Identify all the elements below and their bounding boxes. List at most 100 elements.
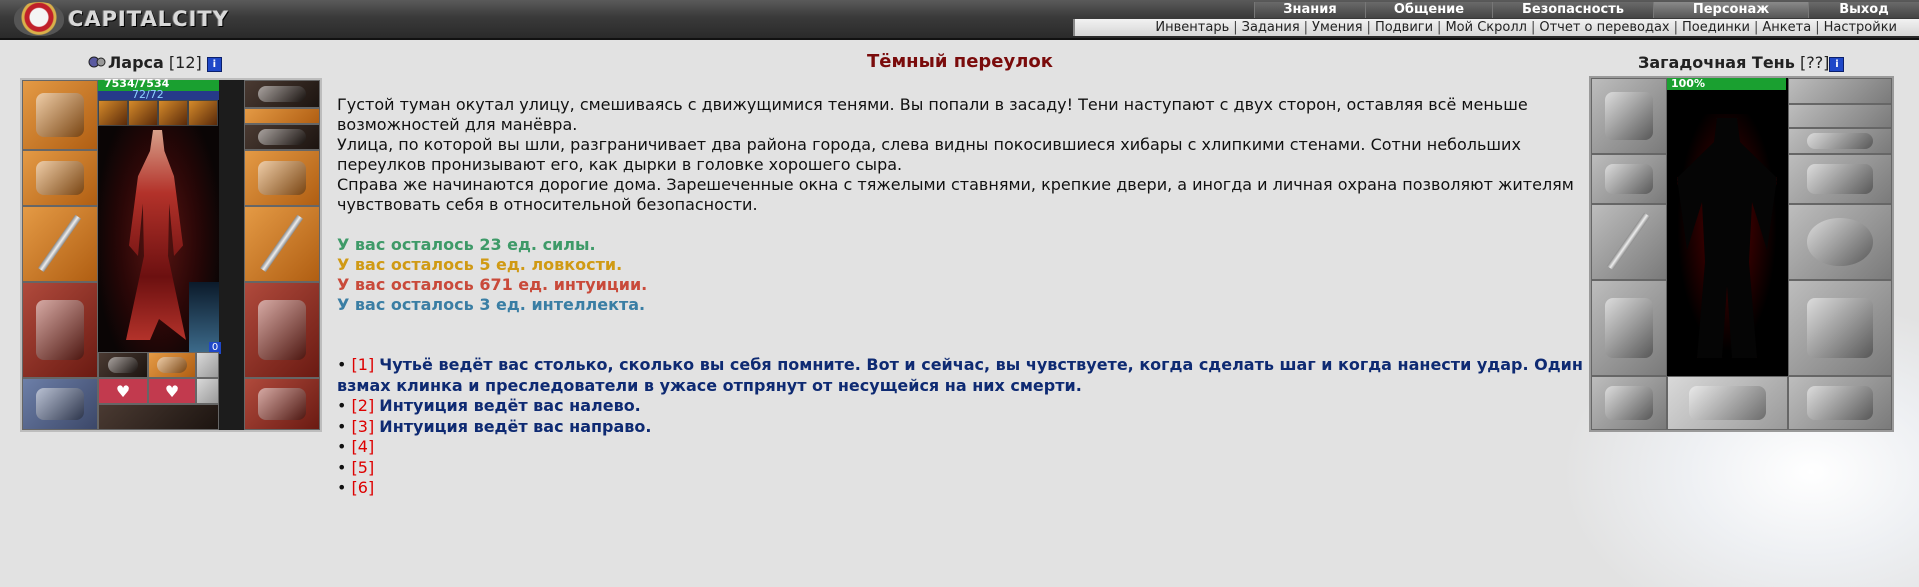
- enemy-armor-slot[interactable]: [1591, 280, 1667, 376]
- choice-text[interactable]: Интуиция ведёт вас налево.: [379, 396, 640, 415]
- subnav-separator: |: [1673, 20, 1679, 35]
- site-logo[interactable]: CAPITALCITY: [68, 6, 228, 32]
- buff-slot[interactable]: [128, 100, 158, 126]
- choice-number[interactable]: [6]: [352, 478, 375, 497]
- nav-security[interactable]: Безопасность: [1492, 2, 1653, 18]
- weapon-left-slot[interactable]: [22, 206, 98, 282]
- bullet: •: [337, 396, 347, 415]
- belt-icon: [36, 388, 84, 420]
- pocket-slot[interactable]: [98, 404, 219, 430]
- heart-icon: ♥: [164, 381, 180, 401]
- enemy-helmet-slot[interactable]: [1591, 78, 1667, 154]
- ring-slot-1[interactable]: [148, 352, 196, 378]
- rune-slot[interactable]: [98, 352, 148, 378]
- choice-text[interactable]: Чутьё ведёт вас столько, сколько вы себя…: [337, 355, 1583, 395]
- subnav-duels[interactable]: Поединки: [1682, 20, 1750, 35]
- choice-number[interactable]: [4]: [352, 437, 375, 456]
- nav-communication[interactable]: Общение: [1365, 2, 1492, 18]
- choice-item[interactable]: • [2] Интуиция ведёт вас налево.: [337, 396, 1597, 417]
- helmet-icon: [1605, 92, 1653, 140]
- enemy-avatar[interactable]: 100%: [1667, 77, 1788, 376]
- nav-knowledge[interactable]: Знания: [1254, 2, 1365, 18]
- bracers-icon: [36, 160, 84, 196]
- enemy-hp-text: 100%: [1671, 77, 1705, 90]
- empty-slot[interactable]: [196, 378, 219, 404]
- bullet: •: [337, 457, 347, 477]
- subnav-quests[interactable]: Задания: [1242, 20, 1300, 35]
- story-paragraph: Улица, по которой вы шли, разграничивает…: [337, 135, 1521, 174]
- enemy-shield-slot[interactable]: [1788, 204, 1892, 280]
- enemy-legs-slot[interactable]: [1788, 280, 1892, 376]
- legs-slot[interactable]: [244, 282, 320, 378]
- subnav-settings[interactable]: Настройки: [1824, 20, 1897, 35]
- heart-slot-1[interactable]: ♥: [98, 378, 148, 404]
- ring-icon: [157, 357, 187, 373]
- enemy-name[interactable]: Загадочная Тень: [1638, 53, 1795, 72]
- stat-agility: У вас осталось 5 ед. ловкости.: [337, 255, 623, 274]
- choice-number[interactable]: [1]: [352, 355, 375, 374]
- bullet: •: [337, 416, 347, 436]
- story-paragraph: Справа же начинаются дорогие дома. Зареш…: [337, 175, 1574, 214]
- enemy-equipment-panel: 100%: [1589, 76, 1894, 432]
- empty-slot[interactable]: [196, 352, 219, 378]
- bracers-slot[interactable]: [22, 150, 98, 206]
- clan-emblem-icon[interactable]: [88, 54, 106, 70]
- subnav-separator: |: [1754, 20, 1759, 35]
- subnav-separator: |: [1815, 20, 1820, 35]
- choice-item[interactable]: • [3] Интуиция ведёт вас направо.: [337, 417, 1597, 438]
- enemy-belt-slot[interactable]: [1591, 376, 1667, 430]
- enemy-boots-slot[interactable]: [1788, 376, 1892, 430]
- player-equipment-panel: 7534/7534 72/72 0 ♥ ♥: [20, 78, 322, 432]
- subnav-transfers-report[interactable]: Отчет о переводах: [1539, 20, 1669, 35]
- armor-icon: [1605, 297, 1653, 359]
- subnav-inventory[interactable]: Инвентарь: [1155, 20, 1229, 35]
- weapon-right-slot[interactable]: [244, 206, 320, 282]
- enemy-info-icon[interactable]: i: [1829, 57, 1845, 72]
- buff-slot[interactable]: [188, 100, 218, 126]
- choice-item[interactable]: • [4]: [337, 437, 1597, 458]
- subnav-separator: |: [1530, 20, 1536, 35]
- pocket-icon: [1689, 386, 1766, 420]
- subnav-separator: |: [1233, 20, 1238, 35]
- enemy-rings-slot[interactable]: [1788, 128, 1892, 154]
- enemy-bracers-slot[interactable]: [1591, 154, 1667, 204]
- stat-intuition: У вас осталось 671 ед. интуиции.: [337, 275, 648, 294]
- subnav-my-scroll[interactable]: Мой Скролл: [1445, 20, 1527, 35]
- choice-number[interactable]: [2]: [352, 396, 375, 415]
- enemy-weapon-slot[interactable]: [1591, 204, 1667, 280]
- amulet-slot[interactable]: [244, 80, 320, 108]
- nav-character[interactable]: Персонаж: [1653, 2, 1808, 18]
- enemy-amulet-slot[interactable]: [1788, 78, 1892, 104]
- sub-nav: Инвентарь | Задания | Умения | Подвиги | Мой Скр…: [1073, 19, 1919, 36]
- belt-slot[interactable]: [22, 378, 98, 430]
- choice-item[interactable]: • [5]: [337, 458, 1597, 479]
- subnav-achievements[interactable]: Подвиги: [1375, 20, 1433, 35]
- helmet-slot[interactable]: [22, 80, 98, 150]
- city-crest-logo-icon[interactable]: [14, 2, 64, 36]
- buff-slot[interactable]: [158, 100, 188, 126]
- enemy-pocket-slot[interactable]: [1667, 376, 1788, 430]
- enemy-gloves-slot[interactable]: [1788, 154, 1892, 204]
- choice-number[interactable]: [5]: [352, 458, 375, 477]
- choice-item[interactable]: • [1] Чутьё ведёт вас столько, сколько в…: [337, 355, 1597, 396]
- location-title: Тёмный переулок: [866, 51, 1054, 72]
- nav-exit[interactable]: Выход: [1808, 2, 1919, 18]
- choice-number[interactable]: [3]: [352, 417, 375, 436]
- gloves-slot[interactable]: [244, 150, 320, 206]
- earring-slot[interactable]: [244, 108, 320, 124]
- buff-slot[interactable]: [98, 100, 128, 126]
- heart-slot-2[interactable]: ♥: [148, 378, 196, 404]
- armor-slot[interactable]: [22, 282, 98, 378]
- bullet: •: [337, 355, 347, 374]
- boots-icon: [258, 388, 306, 420]
- rings-slot[interactable]: [244, 124, 320, 150]
- boots-slot[interactable]: [244, 378, 320, 430]
- player-info-icon[interactable]: i: [206, 57, 222, 72]
- choice-text[interactable]: Интуиция ведёт вас направо.: [379, 417, 651, 436]
- player-figure-icon: [126, 130, 186, 340]
- subnav-skills[interactable]: Умения: [1312, 20, 1363, 35]
- subnav-profile[interactable]: Анкета: [1762, 20, 1811, 35]
- enemy-earring-slot[interactable]: [1788, 104, 1892, 128]
- choice-item[interactable]: • [6]: [337, 478, 1597, 499]
- player-name[interactable]: Ларса: [108, 53, 164, 72]
